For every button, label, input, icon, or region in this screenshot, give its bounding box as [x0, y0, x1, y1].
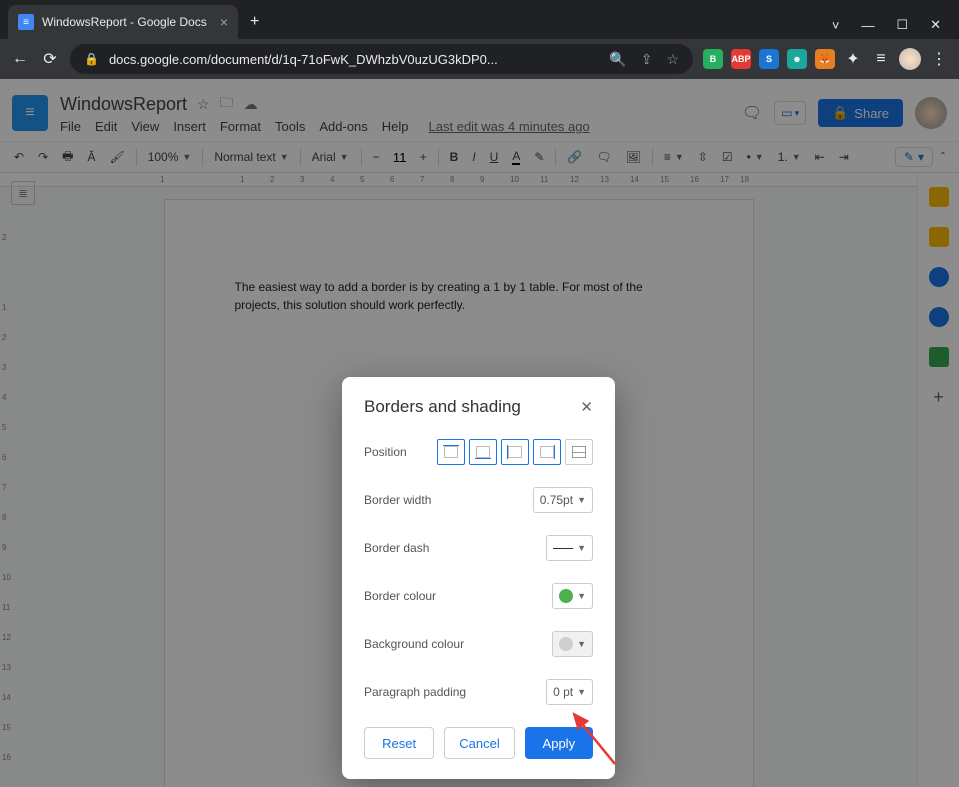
background-colour-label: Background colour: [364, 637, 464, 651]
dialog-title: Borders and shading: [364, 397, 521, 417]
browser-tabs: ≡ WindowsReport - Google Docs × + ˅ ― ☐ …: [0, 0, 959, 39]
kebab-menu-icon[interactable]: ⋮: [929, 49, 949, 69]
border-width-label: Border width: [364, 493, 431, 507]
apply-button[interactable]: Apply: [525, 727, 593, 759]
border-right-button[interactable]: [533, 439, 561, 465]
browser-tab[interactable]: ≡ WindowsReport - Google Docs ×: [8, 5, 238, 39]
close-tab-icon[interactable]: ×: [220, 14, 228, 30]
extensions-icon[interactable]: ✦: [843, 49, 863, 69]
maximize-icon[interactable]: ☐: [896, 17, 908, 33]
paragraph-padding-select[interactable]: 0 pt▼: [546, 679, 593, 705]
border-left-button[interactable]: [501, 439, 529, 465]
close-dialog-icon[interactable]: ✕: [580, 398, 593, 416]
chevron-down-icon[interactable]: ˅: [832, 18, 840, 33]
position-label: Position: [364, 445, 407, 459]
minimize-icon[interactable]: ―: [861, 18, 874, 33]
paragraph-padding-label: Paragraph padding: [364, 685, 466, 699]
extensions: B ABP S ☻ 🦊 ✦ ≡ ⋮: [703, 48, 949, 70]
close-window-icon[interactable]: ✕: [930, 17, 941, 33]
border-dash-label: Border dash: [364, 541, 429, 555]
cancel-button[interactable]: Cancel: [444, 727, 514, 759]
border-width-select[interactable]: 0.75pt▼: [533, 487, 593, 513]
border-between-button[interactable]: [565, 439, 593, 465]
url-text: docs.google.com/document/d/1q-71oFwK_DWh…: [109, 52, 595, 67]
ext-abp-icon[interactable]: ABP: [731, 49, 751, 69]
address-bar-row: ← → ⟳ 🔒 docs.google.com/document/d/1q-71…: [0, 39, 959, 79]
back-icon[interactable]: ←: [10, 50, 30, 68]
reset-button[interactable]: Reset: [364, 727, 434, 759]
ext-s-icon[interactable]: S: [759, 49, 779, 69]
star-icon[interactable]: ☆: [666, 51, 679, 68]
window-controls: ˅ ― ☐ ✕: [832, 17, 959, 39]
border-colour-select[interactable]: ▼: [552, 583, 593, 609]
share-page-icon[interactable]: ⇪: [641, 51, 653, 68]
new-tab-button[interactable]: +: [250, 13, 259, 31]
ext-beta-icon[interactable]: B: [703, 49, 723, 69]
border-top-button[interactable]: [437, 439, 465, 465]
ext-robot-icon[interactable]: ☻: [787, 49, 807, 69]
background-colour-select[interactable]: ▼: [552, 631, 593, 657]
docs-favicon: ≡: [18, 14, 34, 30]
reload-icon[interactable]: ⟳: [40, 49, 60, 69]
border-bottom-button[interactable]: [469, 439, 497, 465]
lock-icon: 🔒: [84, 52, 99, 66]
reading-list-icon[interactable]: ≡: [871, 50, 891, 68]
borders-shading-dialog: Borders and shading ✕ Position Border wi…: [342, 377, 615, 779]
search-icon[interactable]: 🔍: [609, 51, 626, 68]
tab-title: WindowsReport - Google Docs: [42, 15, 207, 29]
border-colour-label: Border colour: [364, 589, 436, 603]
address-bar[interactable]: 🔒 docs.google.com/document/d/1q-71oFwK_D…: [70, 44, 693, 74]
ext-fox-icon[interactable]: 🦊: [815, 49, 835, 69]
profile-avatar[interactable]: [899, 48, 921, 70]
border-dash-select[interactable]: ▼: [546, 535, 593, 561]
